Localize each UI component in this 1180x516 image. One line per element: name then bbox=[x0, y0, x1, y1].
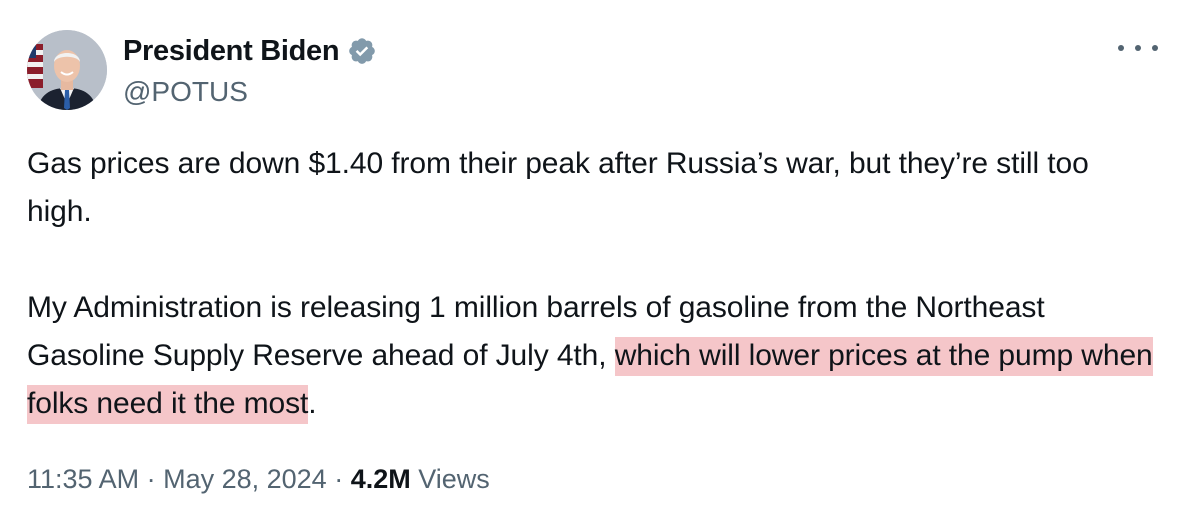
more-options-button[interactable] bbox=[1118, 36, 1158, 60]
meta-separator: · bbox=[139, 464, 164, 494]
views-count[interactable]: 4.2M bbox=[351, 464, 411, 494]
tweet-time[interactable]: 11:35 AM bbox=[27, 464, 139, 494]
meta-separator: · bbox=[326, 464, 351, 494]
tweet-card: President Biden @POTUS Gas prices are do… bbox=[0, 0, 1180, 516]
portrait-avatar-icon bbox=[27, 30, 107, 110]
more-horizontal-icon-dot bbox=[1135, 45, 1141, 51]
author-handle[interactable]: @POTUS bbox=[123, 75, 248, 109]
author-name-row: President Biden bbox=[123, 33, 377, 69]
author-avatar[interactable] bbox=[27, 30, 107, 110]
tweet-text: Gas prices are down $1.40 from their pea… bbox=[27, 140, 1157, 428]
tweet-date[interactable]: May 28, 2024 bbox=[163, 464, 327, 494]
author-display-name[interactable]: President Biden bbox=[123, 33, 340, 69]
tweet-paragraph-1: Gas prices are down $1.40 from their pea… bbox=[27, 147, 1089, 228]
verified-badge-icon[interactable] bbox=[347, 36, 377, 66]
views-label: Views bbox=[410, 464, 490, 494]
more-horizontal-icon bbox=[1118, 45, 1124, 51]
tweet-paragraph-2: My Administration is releasing 1 million… bbox=[27, 284, 1157, 428]
tweet-meta: 11:35 AM · May 28, 2024 · 4.2M Views bbox=[27, 462, 490, 496]
more-horizontal-icon-dot bbox=[1152, 45, 1158, 51]
tweet-paragraph-2-end: . bbox=[308, 387, 317, 420]
